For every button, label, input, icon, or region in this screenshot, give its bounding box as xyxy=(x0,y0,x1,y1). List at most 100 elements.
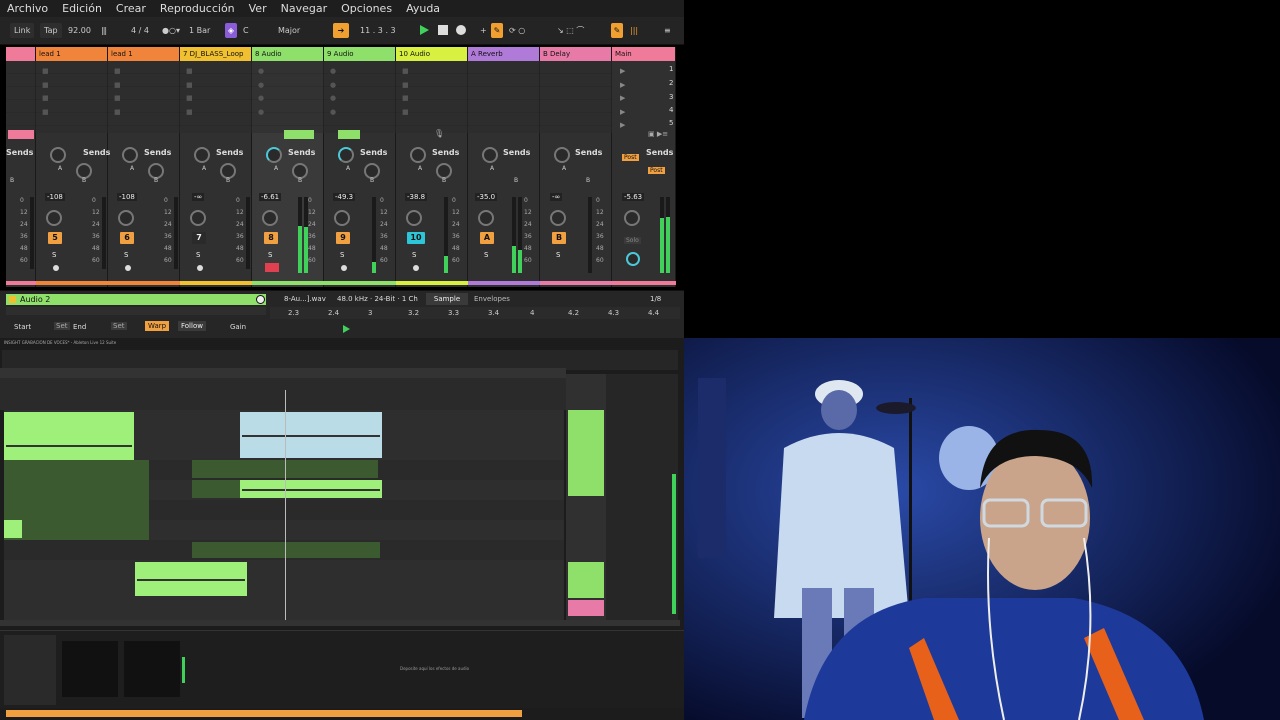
track-activator[interactable]: 9 xyxy=(336,232,350,244)
track-volume[interactable]: -∞ xyxy=(192,193,205,201)
track-volume[interactable]: -35.0 xyxy=(475,193,498,201)
solo-main-button[interactable]: Solo xyxy=(624,237,641,244)
arm-button[interactable] xyxy=(125,265,131,271)
play-icon[interactable] xyxy=(418,24,430,36)
track-volume[interactable]: -38.8 xyxy=(405,193,428,201)
solo-button[interactable]: S xyxy=(412,251,416,259)
quantize-grid-select[interactable]: 1/8 xyxy=(650,295,661,303)
stop-all-clips-icon[interactable]: ▣ ▶≡ xyxy=(648,130,668,138)
tap-button[interactable]: Tap xyxy=(40,23,62,38)
pan-knob[interactable] xyxy=(262,210,278,226)
track-header[interactable]: 9 Audio xyxy=(324,47,395,61)
menu-ver[interactable]: Ver xyxy=(242,2,274,15)
clip-status-green[interactable] xyxy=(338,130,360,139)
time-scroll-bar[interactable] xyxy=(0,620,680,626)
solo-button[interactable]: S xyxy=(124,251,128,259)
add-icon[interactable]: + xyxy=(476,23,491,38)
track-volume[interactable]: -∞ xyxy=(550,193,563,201)
track-activator[interactable]: A xyxy=(480,232,494,244)
clip-name-field[interactable]: Audio 2 xyxy=(6,294,266,305)
track-activator[interactable]: 5 xyxy=(48,232,62,244)
timeline-ruler[interactable] xyxy=(0,378,566,410)
clip-stop-icons[interactable]: ■ ■ ■ ■ xyxy=(186,65,193,119)
stop-icon[interactable] xyxy=(437,24,449,36)
track-activator[interactable]: 6 xyxy=(120,232,134,244)
track-volume[interactable]: -49.3 xyxy=(333,193,356,201)
clip-slot-grid[interactable] xyxy=(6,61,612,133)
clip-activator-icon[interactable] xyxy=(256,295,265,304)
solo-button[interactable]: S xyxy=(268,251,272,259)
main-track-header[interactable]: Main xyxy=(612,47,675,61)
arrangement-track-headers[interactable] xyxy=(566,374,606,620)
scale-select[interactable]: Major xyxy=(274,23,304,38)
scene-number[interactable]: 5 xyxy=(669,119,673,127)
track-header[interactable] xyxy=(568,562,604,598)
track-header[interactable]: B Delay xyxy=(540,47,611,61)
send-a-knob[interactable] xyxy=(410,147,426,163)
quantize-select[interactable]: 1 Bar xyxy=(185,23,214,38)
solo-button[interactable]: S xyxy=(340,251,344,259)
arm-button[interactable] xyxy=(413,265,419,271)
sample-ruler[interactable]: 2.3 2.4 3 3.2 3.3 3.4 4 4.2 4.3 4.4 xyxy=(270,307,680,319)
pan-knob[interactable] xyxy=(478,210,494,226)
main-volume[interactable]: -5.63 xyxy=(622,193,645,201)
arm-button[interactable] xyxy=(53,265,59,271)
track-header[interactable]: 7 DJ_BLASS_Loop xyxy=(180,47,251,61)
follow-icon[interactable]: ➔ xyxy=(333,23,349,38)
scene-number[interactable]: 4 xyxy=(669,106,673,114)
solo-button[interactable]: S xyxy=(556,251,560,259)
pan-knob[interactable] xyxy=(46,210,62,226)
set-start-button[interactable]: Set xyxy=(54,322,70,330)
scale-mode-icon[interactable]: ◈ xyxy=(225,23,237,38)
track-activator[interactable]: 10 xyxy=(407,232,425,244)
menu-opciones[interactable]: Opciones xyxy=(334,2,399,15)
menu-reproduccion[interactable]: Reproducción xyxy=(153,2,242,15)
arm-button[interactable] xyxy=(197,265,203,271)
send-a-knob[interactable] xyxy=(482,147,498,163)
send-a-knob[interactable] xyxy=(266,147,282,163)
pan-knob[interactable] xyxy=(118,210,134,226)
track-header[interactable]: 8 Audio xyxy=(252,47,323,61)
song-position[interactable]: 11 . 3 . 3 xyxy=(356,23,400,38)
selected-track-header[interactable] xyxy=(568,410,604,496)
clip-stop-icons[interactable]: ■ ■ ■ ■ xyxy=(114,65,121,119)
audio-clip[interactable] xyxy=(4,520,22,538)
audio-clip[interactable] xyxy=(4,460,149,540)
audio-clip[interactable] xyxy=(192,542,380,558)
menu-edicion[interactable]: Edición xyxy=(55,2,109,15)
post-button[interactable]: Post xyxy=(622,154,639,161)
clip-record-icons[interactable]: ● ● ● ● xyxy=(330,65,336,119)
playhead-marker-icon[interactable] xyxy=(343,325,350,333)
device-io-panel[interactable] xyxy=(4,635,56,705)
audio-clip[interactable] xyxy=(240,480,382,498)
tab-sample[interactable]: Sample xyxy=(426,293,468,305)
track-volume[interactable]: -108 xyxy=(117,193,137,201)
pan-knob[interactable] xyxy=(190,210,206,226)
track-header[interactable]: lead 1 xyxy=(36,47,107,61)
solo-button[interactable]: S xyxy=(52,251,56,259)
menu-archivo[interactable]: Archivo xyxy=(0,2,55,15)
clip-navigation-bar[interactable] xyxy=(6,307,266,315)
pan-knob[interactable] xyxy=(550,210,566,226)
pan-knob[interactable] xyxy=(406,210,422,226)
clip-color-swatch[interactable] xyxy=(9,296,16,303)
clip-stop-icons[interactable]: ■ ■ ■ ■ xyxy=(402,65,409,119)
clip-stop-icons[interactable]: ■ ■ ■ ■ xyxy=(42,65,49,119)
track-volume[interactable]: -6.61 xyxy=(259,193,282,201)
tempo-field[interactable]: 92.00 xyxy=(64,23,95,38)
clip-status-pink[interactable] xyxy=(8,130,34,139)
track-header[interactable]: lead 1 xyxy=(108,47,179,61)
send-a-knob[interactable] xyxy=(338,147,354,163)
set-end-button[interactable]: Set xyxy=(111,322,127,330)
clip-record-icons[interactable]: ● ● ● ● xyxy=(258,65,264,119)
cue-volume-knob[interactable] xyxy=(626,252,640,266)
record-icon[interactable] xyxy=(455,24,467,36)
post-button[interactable]: Post xyxy=(648,167,665,174)
track-header[interactable]: 10 Audio xyxy=(396,47,467,61)
automation-arm-icon[interactable]: ✎ xyxy=(491,23,503,38)
scene-number[interactable]: 3 xyxy=(669,93,673,101)
overview-bar[interactable] xyxy=(0,368,566,378)
audio-clip-selected[interactable] xyxy=(240,412,382,458)
metronome-toggle-icon[interactable]: ●○▾ xyxy=(158,23,184,38)
scene-launch-icons[interactable]: ▶ ▶ ▶ ▶ ▶ xyxy=(620,65,625,133)
